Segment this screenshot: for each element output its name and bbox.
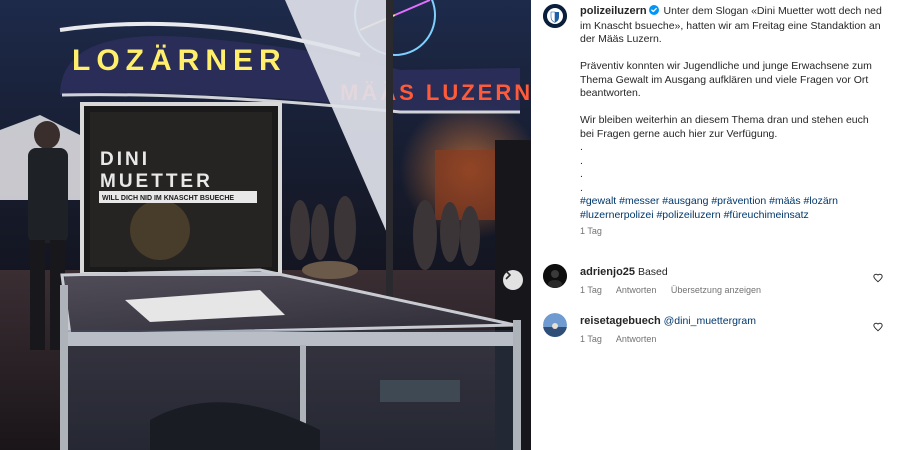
comment-actions: 1 Tag Antworten — [580, 334, 668, 344]
like-comment-button[interactable] — [873, 270, 883, 288]
post-caption: polizeiluzern Unter dem Slogan «Dini Mue… — [580, 5, 885, 239]
chevron-right-icon — [505, 270, 511, 280]
verified-badge-icon — [648, 5, 659, 20]
comment-actions: 1 Tag Antworten Übersetzung anzeigen — [580, 285, 773, 295]
comment-username[interactable]: adrienjo25 — [580, 266, 635, 278]
translate-link[interactable]: Übersetzung anzeigen — [671, 285, 761, 295]
avatar-image — [543, 313, 567, 337]
post-photo: LOZÄRNER MÄÄS LUZERN DINI MUETTER WILL D… — [0, 0, 531, 450]
caption-dot: . — [580, 141, 583, 153]
comment-body: reisetagebuech @dini_muettergram — [580, 315, 860, 328]
caption-dot: . — [580, 154, 583, 167]
comment-username[interactable]: reisetagebuech — [580, 315, 661, 327]
heart-icon — [873, 273, 883, 283]
police-logo-icon — [543, 4, 567, 28]
commenter-avatar[interactable] — [543, 264, 567, 288]
poster-line1: DINI — [100, 149, 150, 170]
comment-text: Based — [637, 266, 668, 278]
photo-scene: LOZÄRNER MÄÄS LUZERN DINI MUETTER WILL D… — [0, 0, 531, 450]
like-comment-button[interactable] — [873, 319, 883, 337]
post-side-panel: polizeiluzern Unter dem Slogan «Dini Mue… — [531, 0, 900, 450]
poster-line2: MUETTER — [100, 171, 213, 192]
caption-hashtags[interactable]: #gewalt #messer #ausgang #prävention #mä… — [580, 195, 885, 222]
comment-time[interactable]: 1 Tag — [580, 334, 602, 344]
post-timestamp[interactable]: 1 Tag — [580, 225, 885, 239]
neon-sign-text: LOZÄRNER — [72, 44, 287, 77]
author-username[interactable]: polizeiluzern — [580, 5, 647, 17]
caption-dot: . — [580, 168, 583, 180]
reply-link[interactable]: Antworten — [616, 285, 657, 295]
heart-icon — [873, 322, 883, 332]
caption-paragraph-3: Wir bleiben weiterhin an diesem Thema dr… — [580, 114, 869, 140]
avatar-image — [543, 264, 567, 288]
caption-paragraph-2: Präventiv konnten wir Jugendliche und ju… — [580, 60, 872, 99]
commenter-avatar[interactable] — [543, 313, 567, 337]
comment-item: reisetagebuech @dini_muettergram 1 Tag A… — [543, 313, 893, 353]
author-avatar[interactable] — [543, 4, 567, 28]
comment-time[interactable]: 1 Tag — [580, 285, 602, 295]
caption-dot: . — [580, 181, 583, 194]
comment-mention[interactable]: @dini_muettergram — [664, 315, 756, 327]
comment-item: adrienjo25 Based 1 Tag Antworten Überset… — [543, 264, 893, 304]
poster-line3: WILL DICH NID IM KNASCHT BSUECHE — [102, 195, 234, 202]
caption-dots: . . . . — [580, 141, 885, 195]
comment-body: adrienjo25 Based — [580, 266, 860, 279]
reply-link[interactable]: Antworten — [616, 334, 657, 344]
next-photo-button[interactable] — [503, 270, 523, 290]
